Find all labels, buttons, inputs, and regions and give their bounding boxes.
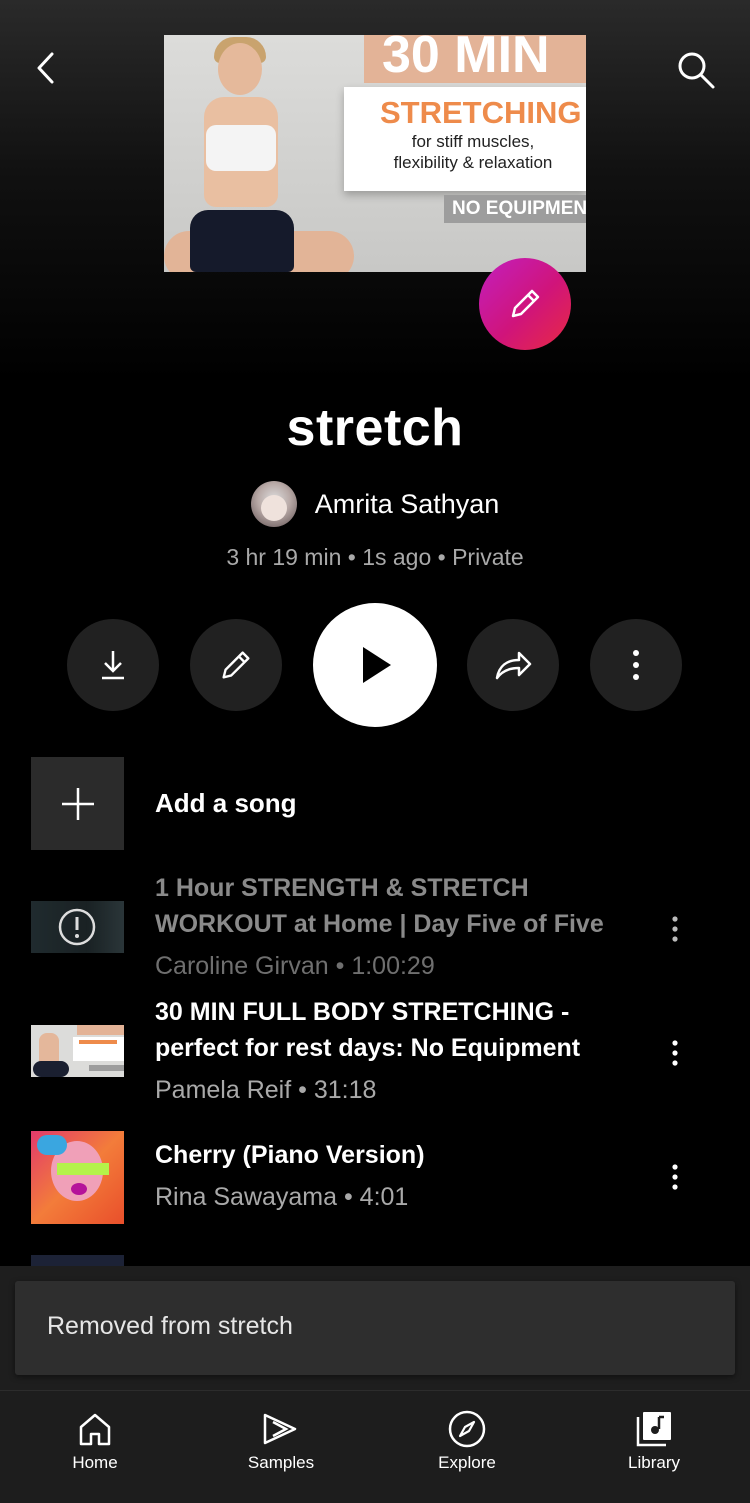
playlist-meta: 3 hr 19 min • 1s ago • Private <box>226 544 524 570</box>
playlist-cover-art: 30 MIN STRETCHING for stiff muscles, fle… <box>164 35 586 272</box>
nav-home[interactable]: Home <box>15 1391 175 1503</box>
track-title: Cherry (Piano Version) <box>155 1141 425 1169</box>
nav-library-label: Library <box>628 1453 680 1472</box>
owner-name: Amrita Sathyan <box>314 488 500 519</box>
track-thumbnail <box>31 1131 124 1224</box>
track-subtitle: Caroline Girvan • 1:00:29 <box>155 952 435 980</box>
avatar <box>250 481 297 527</box>
home-icon <box>79 1413 111 1446</box>
more-vertical-icon <box>672 1040 678 1066</box>
nav-samples-label: Samples <box>247 1453 315 1472</box>
pencil-icon <box>222 651 250 679</box>
search-icon <box>678 52 715 89</box>
snackbar: Removed from stretch <box>15 1281 735 1375</box>
track-title: 30 MIN FULL BODY STRETCHING - perfect fo… <box>155 998 581 1062</box>
more-vertical-icon <box>672 1164 678 1190</box>
cover-tag: NO EQUIPMENT <box>444 195 586 223</box>
nav-explore-label: Explore <box>438 1453 496 1472</box>
share-icon <box>495 651 532 680</box>
share-button[interactable] <box>467 619 559 711</box>
playlist-owner[interactable]: Amrita Sathyan <box>0 481 750 527</box>
more-vertical-icon <box>633 650 639 680</box>
plus-icon <box>61 787 94 820</box>
add-song-label: Add a song <box>155 788 297 818</box>
cover-heading: STRETCHING <box>380 95 582 130</box>
more-vertical-icon <box>672 916 678 942</box>
track-thumbnail <box>31 1255 124 1266</box>
cover-banner-text: 30 MIN <box>364 35 586 83</box>
cover-line-1: for stiff muscles, <box>411 132 535 151</box>
track-row[interactable]: Cherry (Piano Version) Rina Sawayama • 4… <box>31 1131 731 1224</box>
add-song-row[interactable]: Add a song <box>31 757 721 850</box>
back-button[interactable] <box>24 46 68 90</box>
cover-line-2: flexibility & relaxation <box>393 153 553 172</box>
nav-explore[interactable]: Explore <box>387 1391 547 1503</box>
track-title: 1 Hour STRENGTH & STRETCH WORKOUT at Hom… <box>155 874 604 938</box>
download-icon <box>102 651 124 680</box>
track-thumbnail <box>31 1025 124 1077</box>
track-more-button[interactable] <box>660 1155 690 1199</box>
track-subtitle: Pamela Reif • 31:18 <box>155 1076 377 1104</box>
more-options-button[interactable] <box>590 619 682 711</box>
track-more-button[interactable] <box>660 1031 690 1075</box>
snackbar-message: Removed from stretch <box>47 1312 293 1340</box>
track-row[interactable]: 1 Hour STRENGTH & STRETCH WORKOUT at Hom… <box>31 870 731 984</box>
search-button[interactable] <box>672 46 720 94</box>
nav-home-label: Home <box>72 1453 118 1472</box>
alert-icon <box>58 908 96 946</box>
bottom-navigation: Home Samples Explore Library <box>0 1390 750 1503</box>
add-song-tile <box>31 757 124 850</box>
action-bar <box>0 603 750 727</box>
library-icon <box>636 1412 671 1447</box>
track-subtitle: Rina Sawayama • 4:01 <box>155 1183 409 1211</box>
chevron-left-icon <box>37 52 54 84</box>
samples-icon <box>263 1413 297 1445</box>
nav-samples[interactable]: Samples <box>201 1391 361 1503</box>
play-button[interactable] <box>313 603 437 727</box>
nav-library[interactable]: Library <box>574 1391 734 1503</box>
pencil-icon <box>511 289 540 318</box>
compass-icon <box>448 1410 486 1448</box>
edit-cover-button[interactable] <box>479 258 571 350</box>
playlist-title: stretch <box>286 399 464 457</box>
download-button[interactable] <box>67 619 159 711</box>
track-thumbnail <box>31 901 124 953</box>
edit-playlist-button[interactable] <box>190 619 282 711</box>
cover-card: STRETCHING for stiff muscles, flexibilit… <box>344 87 586 191</box>
play-icon <box>363 647 391 683</box>
track-more-button[interactable] <box>660 907 690 951</box>
track-row[interactable]: 30 MIN FULL BODY STRETCHING - perfect fo… <box>31 994 731 1108</box>
